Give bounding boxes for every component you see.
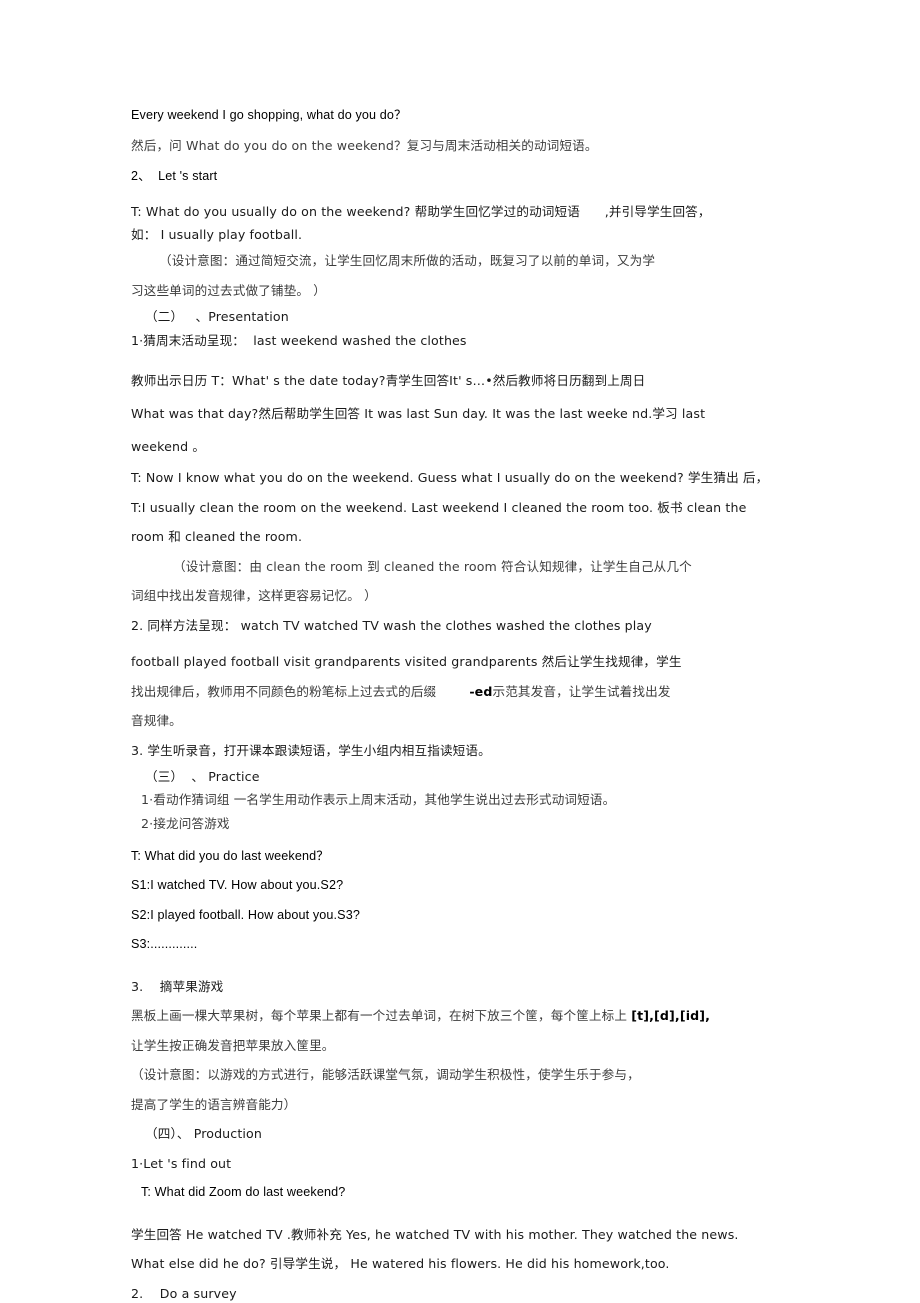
paragraph-intro-question: Every weekend I go shopping, what do you… (131, 108, 407, 122)
paragraph-calendar-3: weekend 。 (131, 439, 206, 455)
document-page: Every weekend I go shopping, what do you… (0, 0, 920, 1303)
paragraph-clean-room-2: room 和 cleaned the room. (131, 529, 303, 545)
heading-presentation: （二） 、Presentation (145, 309, 289, 325)
paragraph-guess-weekend: T: Now I know what you do on the weekend… (131, 470, 769, 486)
paragraph-chain-game: 2·接龙问答游戏 (141, 815, 230, 831)
paragraph-action-guess: 1·看动作猜词组 一名学生用动作表示上周末活动，其他学生说出过去形式动词短语。 (141, 792, 616, 808)
heading-practice: （三） 、 Practice (145, 769, 260, 785)
heading-do-a-survey: 2. Do a survey (131, 1285, 237, 1301)
paragraph-verb-pairs: football played football visit grandpare… (131, 654, 682, 670)
paragraph-example-answer: 如： I usually play football. (131, 227, 303, 243)
paragraph-design-intent-3b: 提高了学生的语言辨音能力） (131, 1096, 297, 1112)
ed-suffix-text-before: 找出规律后，教师用不同颜色的粉笔标上过去式的后缀 (131, 683, 470, 699)
paragraph-ed-suffix: 找出规律后，教师用不同颜色的粉笔标上过去式的后缀 -ed示范其发音，让学生试着找… (131, 677, 820, 707)
heading-apple-game: 3. 摘苹果游戏 (131, 978, 224, 994)
paragraph-calendar-1: 教师出示日历 T：What' s the date today?青学生回答It'… (131, 373, 646, 389)
paragraph-dialogue-s1: S1:I watched TV. How about you.S2? (131, 878, 344, 893)
document-body: Every weekend I go shopping, what do you… (131, 104, 820, 1303)
paragraph-what-else: What else did he do? 引导学生说， He watered h… (131, 1256, 670, 1272)
paragraph-student-answer: 学生回答 He watched TV .教师补充 Yes, he watched… (131, 1226, 739, 1242)
paragraph-listen-recording: 3. 学生听录音，打开课本跟读短语，学生小组内相互指读短语。 (131, 742, 491, 758)
paragraph-dialogue-s2: S2:I played football. How about you.S3? (131, 907, 360, 922)
heading-production: （四）、 Production (145, 1126, 262, 1142)
paragraph-guess-activity: 1·猜周末活动呈现： last weekend washed the cloth… (131, 332, 467, 348)
paragraph-design-intent-2a: （设计意图：由 clean the room 到 cleaned the roo… (173, 558, 692, 574)
paragraph-apple-tree: 黑板上画一棵大苹果树，每个苹果上都有一个过去单词，在树下放三个筐，每个筐上标上 … (131, 1001, 820, 1031)
ed-suffix-bold: -ed (469, 683, 493, 699)
apple-tree-text: 黑板上画一棵大苹果树，每个苹果上都有一个过去单词，在树下放三个筐，每个筐上标上 (131, 1008, 632, 1024)
paragraph-design-intent-1a: （设计意图：通过简短交流，让学生回忆周末所做的活动，既复习了以前的单词，又为学 (159, 253, 656, 269)
phonetic-symbols: [t],[d],[id], (631, 1008, 711, 1024)
paragraph-then-ask: 然后，问 What do you do on the weekend？复习与周末… (131, 138, 598, 154)
paragraph-design-intent-3a: （设计意图：以游戏的方式进行，能够活跃课堂气氛，调动学生积极性，使学生乐于参与， (131, 1067, 640, 1083)
paragraph-calendar-2: What was that day?然后帮助学生回答 It was last S… (131, 406, 706, 422)
paragraph-lets-find-out: 1·Let 's find out (131, 1155, 232, 1171)
paragraph-design-intent-2b: 词组中找出发音规律，这样更容易记忆。 ） (131, 588, 377, 604)
heading-lets-start: 2、 Let 's start (131, 168, 218, 183)
paragraph-clean-room-1: T:I usually clean the room on the weeken… (131, 499, 747, 515)
paragraph-dialogue-t: T: What did you do last weekend？ (131, 848, 329, 863)
paragraph-teacher-prompt: T: What do you usually do on the weekend… (131, 203, 711, 219)
paragraph-zoom-question: T: What did Zoom do last weekend? (141, 1185, 346, 1200)
paragraph-dialogue-s3: S3:............. (131, 937, 198, 952)
paragraph-apple-basket: 让学生按正确发音把苹果放入筐里。 (131, 1037, 335, 1053)
ed-suffix-text-after: 示范其发音，让学生试着找出发 (492, 683, 671, 699)
paragraph-design-intent-1b: 习这些单词的过去式做了铺垫。 ） (131, 282, 326, 298)
paragraph-same-method: 2. 同样方法呈现： watch TV watched TV wash the … (131, 617, 652, 633)
paragraph-pronunciation-rule: 音规律。 (131, 713, 182, 729)
